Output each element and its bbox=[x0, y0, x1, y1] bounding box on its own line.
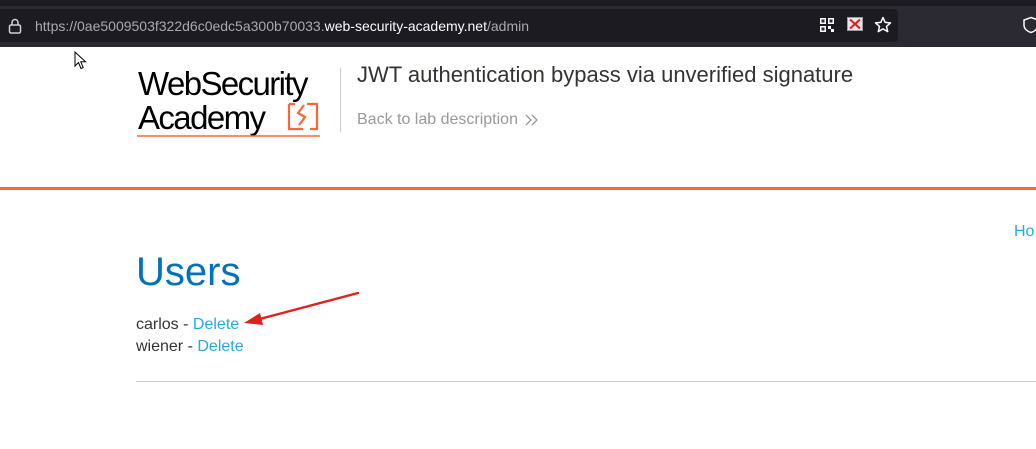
lock-icon[interactable] bbox=[8, 18, 22, 34]
annotation-arrow-icon bbox=[244, 291, 360, 325]
blocked-content-icon[interactable] bbox=[847, 17, 863, 31]
lab-title: JWT authentication bypass via unverified… bbox=[357, 62, 854, 87]
header-divider bbox=[340, 68, 341, 132]
double-chevron-right-icon[interactable] bbox=[524, 113, 540, 127]
web-security-academy-logo[interactable]: WebSecurity Academy bbox=[135, 66, 345, 140]
qr-code-icon[interactable] bbox=[819, 17, 835, 33]
user-row-wiener: wiener - Delete bbox=[136, 337, 244, 357]
user-name: carlos bbox=[136, 316, 179, 333]
shield-icon[interactable] bbox=[1022, 16, 1036, 34]
tab-strip bbox=[0, 0, 1036, 6]
academy-logo-icon bbox=[287, 102, 319, 131]
url-prefix: https://0ae5009503f322d6c0edc5a300b70033… bbox=[35, 18, 325, 34]
logo-text-line2: Academy bbox=[138, 99, 266, 136]
back-to-lab-description-link[interactable]: Back to lab description bbox=[357, 110, 518, 130]
user-separator: - bbox=[178, 316, 193, 333]
url-path: /admin bbox=[486, 18, 530, 34]
home-link[interactable]: Ho bbox=[1014, 222, 1034, 242]
header-accent-bar bbox=[0, 187, 1036, 190]
address-bar[interactable]: https://0ae5009503f322d6c0edc5a300b70033… bbox=[0, 9, 898, 42]
url-text[interactable]: https://0ae5009503f322d6c0edc5a300b70033… bbox=[35, 18, 529, 34]
user-name: wiener bbox=[136, 338, 184, 355]
user-row-carlos: carlos - Delete bbox=[136, 315, 239, 335]
user-separator: - bbox=[183, 338, 198, 355]
browser-toolbar: https://0ae5009503f322d6c0edc5a300b70033… bbox=[0, 0, 1036, 47]
url-domain: web-security-academy.net bbox=[324, 18, 487, 34]
star-icon[interactable] bbox=[874, 16, 892, 34]
page-title: Users bbox=[136, 250, 241, 294]
content-divider bbox=[136, 381, 1036, 382]
delete-wiener-link[interactable]: Delete bbox=[197, 338, 243, 355]
cursor-icon bbox=[74, 51, 87, 70]
logo-text-line1: WebSecurity bbox=[138, 65, 308, 102]
logo-underline bbox=[137, 135, 320, 137]
